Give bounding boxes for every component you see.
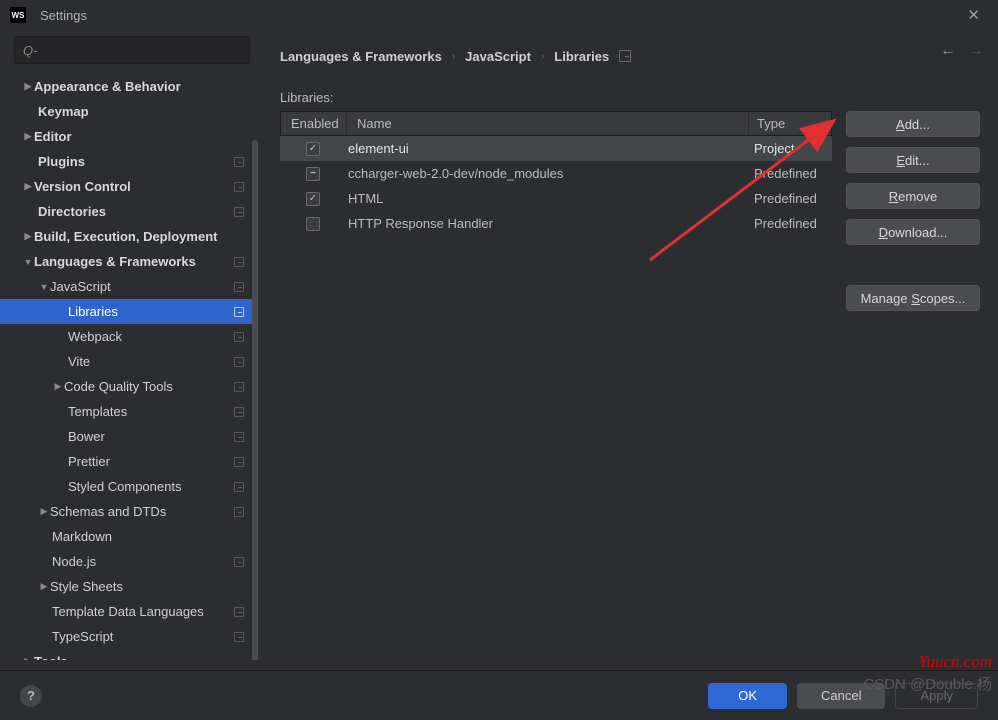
library-type: Predefined xyxy=(750,191,832,206)
settings-icon xyxy=(234,507,244,517)
nav-bower[interactable]: Bower xyxy=(0,424,258,449)
settings-icon xyxy=(234,607,244,617)
enabled-checkbox[interactable] xyxy=(306,167,320,181)
enabled-checkbox[interactable] xyxy=(306,142,320,156)
ok-button[interactable]: OK xyxy=(708,683,787,709)
library-name: element-ui xyxy=(346,141,750,156)
nav-webpack[interactable]: Webpack xyxy=(0,324,258,349)
nav-javascript[interactable]: ▼JavaScript xyxy=(0,274,258,299)
breadcrumb: Languages & Frameworks › JavaScript › Li… xyxy=(280,42,980,70)
app-logo: WS xyxy=(10,7,26,23)
table-row[interactable]: HTTP Response HandlerPredefined xyxy=(280,211,832,236)
nav-vcs[interactable]: ▶Version Control xyxy=(0,174,258,199)
settings-icon xyxy=(234,407,244,417)
watermark: CSDN @Double.杨 xyxy=(863,673,992,694)
forward-icon: → xyxy=(968,42,984,60)
nav-prettier[interactable]: Prettier xyxy=(0,449,258,474)
nav-vite[interactable]: Vite xyxy=(0,349,258,374)
libraries-label: Libraries: xyxy=(280,90,980,105)
nav-keymap[interactable]: Keymap xyxy=(0,99,258,124)
library-type: Predefined xyxy=(750,216,832,231)
close-icon[interactable]: ✕ xyxy=(959,2,988,28)
settings-icon xyxy=(234,257,244,267)
watermark: Yuucn.com xyxy=(918,652,992,672)
nav-stylesheets[interactable]: ▶Style Sheets xyxy=(0,574,258,599)
nav-build[interactable]: ▶Build, Execution, Deployment xyxy=(0,224,258,249)
settings-icon xyxy=(234,207,244,217)
settings-icon xyxy=(234,357,244,367)
titlebar: WS Settings ✕ xyxy=(0,0,998,30)
add-button[interactable]: Add... xyxy=(846,111,980,137)
main-content: Q- ▶Appearance & Behavior Keymap ▶Editor… xyxy=(0,30,998,660)
settings-icon xyxy=(619,50,631,62)
nav-cqt[interactable]: ▶Code Quality Tools xyxy=(0,374,258,399)
chevron-right-icon: › xyxy=(452,51,455,62)
settings-icon xyxy=(234,182,244,192)
libraries-table: Enabled Name Type element-uiProjectcchar… xyxy=(280,111,832,311)
library-type: Predefined xyxy=(750,166,832,181)
nav-tdl[interactable]: Template Data Languages xyxy=(0,599,258,624)
library-name: HTTP Response Handler xyxy=(346,216,750,231)
settings-icon xyxy=(234,557,244,567)
table-row[interactable]: element-uiProject xyxy=(280,136,832,161)
window-title: Settings xyxy=(40,8,87,23)
edit-button[interactable]: Edit... xyxy=(846,147,980,173)
nav-libraries[interactable]: Libraries xyxy=(0,299,258,324)
nav-templates[interactable]: Templates xyxy=(0,399,258,424)
settings-icon xyxy=(234,307,244,317)
nav-plugins[interactable]: Plugins xyxy=(0,149,258,174)
manage-scopes-button[interactable]: Manage Scopes... xyxy=(846,285,980,311)
enabled-checkbox[interactable] xyxy=(306,217,320,231)
content-pane: Languages & Frameworks › JavaScript › Li… xyxy=(258,30,998,660)
settings-icon xyxy=(234,157,244,167)
nav-nodejs[interactable]: Node.js xyxy=(0,549,258,574)
settings-icon xyxy=(234,332,244,342)
back-icon[interactable]: ← xyxy=(940,42,956,60)
settings-icon xyxy=(234,432,244,442)
settings-tree: ▶Appearance & Behavior Keymap ▶Editor Pl… xyxy=(0,70,258,660)
nav-tools[interactable]: ▶Tools xyxy=(0,649,258,660)
library-type: Project xyxy=(750,141,832,156)
action-buttons: Add... Edit... Remove Download... Manage… xyxy=(846,111,980,311)
dialog-footer: ? OK Cancel Apply xyxy=(0,670,998,720)
library-name: ccharger-web-2.0-dev/node_modules xyxy=(346,166,750,181)
nav-schemas[interactable]: ▶Schemas and DTDs xyxy=(0,499,258,524)
settings-icon xyxy=(234,632,244,642)
settings-icon xyxy=(234,382,244,392)
settings-icon xyxy=(234,482,244,492)
search-input[interactable]: Q- xyxy=(14,36,250,64)
sidebar: Q- ▶Appearance & Behavior Keymap ▶Editor… xyxy=(0,30,258,660)
settings-icon xyxy=(234,457,244,467)
nav-directories[interactable]: Directories xyxy=(0,199,258,224)
table-header: Enabled Name Type xyxy=(280,111,832,136)
nav-appearance[interactable]: ▶Appearance & Behavior xyxy=(0,74,258,99)
nav-editor[interactable]: ▶Editor xyxy=(0,124,258,149)
nav-typescript[interactable]: TypeScript xyxy=(0,624,258,649)
enabled-checkbox[interactable] xyxy=(306,192,320,206)
nav-history: ← → xyxy=(940,42,984,60)
remove-button[interactable]: Remove xyxy=(846,183,980,209)
nav-langfw[interactable]: ▼Languages & Frameworks xyxy=(0,249,258,274)
settings-icon xyxy=(234,282,244,292)
help-icon[interactable]: ? xyxy=(20,685,42,707)
download-button[interactable]: Download... xyxy=(846,219,980,245)
library-name: HTML xyxy=(346,191,750,206)
nav-markdown[interactable]: Markdown xyxy=(0,524,258,549)
table-row[interactable]: HTMLPredefined xyxy=(280,186,832,211)
chevron-right-icon: › xyxy=(541,51,544,62)
nav-styled[interactable]: Styled Components xyxy=(0,474,258,499)
table-row[interactable]: ccharger-web-2.0-dev/node_modulesPredefi… xyxy=(280,161,832,186)
